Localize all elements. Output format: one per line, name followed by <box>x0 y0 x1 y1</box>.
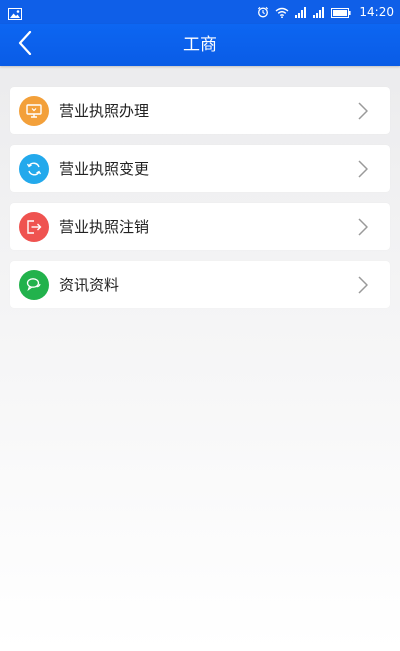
chevron-right-icon <box>356 101 370 121</box>
chevron-left-icon <box>18 30 32 59</box>
signal-icon <box>295 3 307 22</box>
nav-bar: 工商 <box>0 24 400 66</box>
menu-item-label: 资讯资料 <box>59 276 120 294</box>
menu-item-label: 营业执照注销 <box>59 218 150 236</box>
back-button[interactable] <box>10 30 40 60</box>
chevron-right-icon <box>356 159 370 179</box>
chat-icon <box>19 269 49 300</box>
exit-icon <box>19 211 49 242</box>
menu-item-license-apply[interactable]: 营业执照办理 <box>10 87 390 134</box>
status-time: 14:20 <box>359 5 394 19</box>
status-bar: 14:20 <box>0 0 400 24</box>
menu-item-info[interactable]: 资讯资料 <box>10 261 390 308</box>
signal-icon-2 <box>313 3 325 22</box>
chevron-right-icon <box>356 217 370 237</box>
image-icon <box>8 5 22 20</box>
page-title: 工商 <box>183 35 217 55</box>
monitor-icon <box>19 95 49 126</box>
battery-icon <box>331 3 352 22</box>
wifi-icon <box>275 3 289 22</box>
menu-list: 营业执照办理 营业执照变更 营业执照注销 资讯资料 <box>10 87 390 319</box>
menu-item-label: 营业执照办理 <box>59 102 150 120</box>
menu-item-label: 营业执照变更 <box>59 160 150 178</box>
refresh-icon <box>19 153 49 184</box>
menu-item-license-cancel[interactable]: 营业执照注销 <box>10 203 390 250</box>
chevron-right-icon <box>356 275 370 295</box>
alarm-icon <box>257 3 269 22</box>
menu-item-license-change[interactable]: 营业执照变更 <box>10 145 390 192</box>
